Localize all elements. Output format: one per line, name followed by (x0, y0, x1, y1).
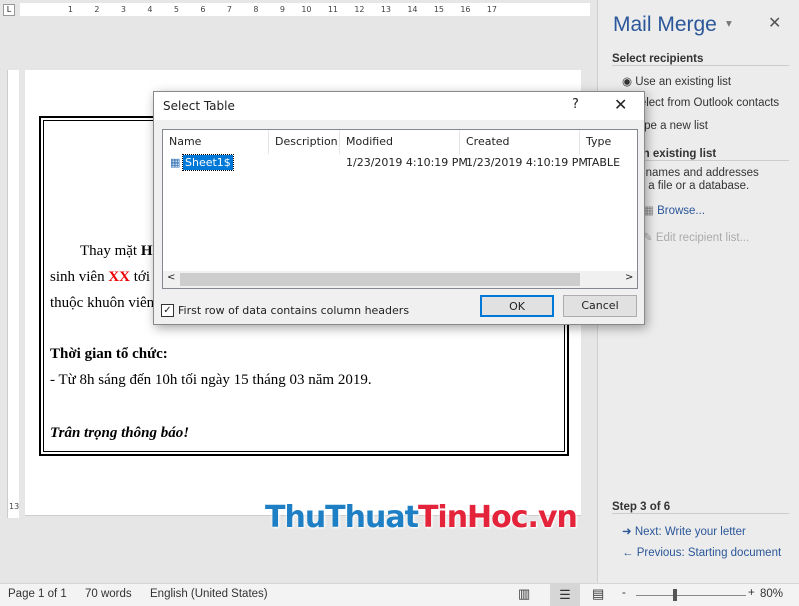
web-layout-icon[interactable]: ▤ (592, 586, 604, 602)
dialog-titlebar: Select Table ? ✕ (154, 92, 644, 120)
edit-recipient-link[interactable]: ✎ Edit recipient list... (643, 230, 749, 244)
radio-outlook[interactable]: ○ Select from Outlook contacts (622, 97, 779, 109)
pane-close-icon[interactable]: ✕ (768, 13, 781, 33)
column-header-created[interactable]: Created (460, 130, 580, 154)
ruler-tick: 16 (460, 5, 471, 14)
ruler-tick: 8 (253, 5, 259, 14)
ruler-tick: 5 (173, 5, 179, 14)
checkbox-label: First row of data contains column header… (178, 304, 410, 317)
select-recipients-heading: Select recipients (612, 53, 789, 66)
print-layout-icon[interactable]: ☰ (550, 584, 580, 606)
read-mode-icon[interactable]: ▥ (518, 586, 530, 602)
watermark-logo: ThuThuatTinHoc.vn (265, 500, 578, 535)
vertical-ruler[interactable]: 13 (7, 70, 19, 518)
previous-step-link[interactable]: ← Previous: Starting document (622, 547, 781, 559)
zoom-out-button[interactable]: - (622, 587, 626, 599)
horizontal-scrollbar[interactable]: < > (163, 271, 637, 288)
radio-existing-list[interactable]: ◉ Use an existing list (622, 74, 731, 88)
select-table-dialog: Select Table ? ✕ Name Description Modifi… (153, 91, 645, 325)
next-step-link[interactable]: ➜ Next: Write your letter (622, 524, 746, 538)
tab-selector[interactable]: L (3, 4, 15, 16)
closing: Trân trọng thông báo! (50, 425, 190, 441)
ruler-tick: 7 (226, 5, 232, 14)
ruler-tick: 9 (279, 5, 285, 14)
status-bar: Page 1 of 1 70 words English (United Sta… (0, 583, 799, 606)
ruler-tick: 15 (433, 5, 444, 14)
ruler-tick: 10 (301, 5, 312, 14)
ruler-tick: 17 (486, 5, 497, 14)
ruler-tick: 1 (67, 5, 73, 14)
scroll-right-icon[interactable]: > (625, 272, 633, 283)
doc-line-3: thuộc khuôn viên (50, 295, 155, 311)
word-count[interactable]: 70 words (85, 588, 132, 600)
scrollbar-thumb[interactable] (180, 273, 580, 286)
ruler-tick: 12 (354, 5, 365, 14)
help-button[interactable]: ? (572, 97, 579, 112)
pane-title: Mail Merge (613, 13, 717, 36)
page-count[interactable]: Page 1 of 1 (8, 588, 67, 600)
column-header-name[interactable]: Name (163, 130, 269, 154)
doc-line-1: Thay mặt H (80, 243, 153, 259)
dialog-title: Select Table (163, 99, 235, 113)
arrow-right-icon: ➜ (622, 526, 632, 538)
table-icon: ▦ (170, 156, 181, 169)
column-header-description[interactable]: Description (269, 130, 340, 154)
column-header-modified[interactable]: Modified (340, 130, 460, 154)
horizontal-ruler[interactable]: 1 2 3 4 5 6 7 8 9 10 11 12 13 14 15 16 17 (20, 3, 590, 16)
cell-type: TABLE (586, 156, 621, 169)
first-row-headers-checkbox[interactable]: ✓ First row of data contains column head… (161, 304, 409, 317)
table-list[interactable]: Name Description Modified Created Type ▦… (162, 129, 638, 289)
scroll-left-icon[interactable]: < (167, 272, 175, 283)
cancel-button[interactable]: Cancel (563, 295, 637, 317)
zoom-in-button[interactable]: + (748, 587, 755, 599)
language[interactable]: English (United States) (150, 588, 268, 600)
browse-link[interactable]: ▦ Browse... (643, 203, 705, 217)
time-heading: Thời gian tổ chức: (50, 346, 168, 362)
ruler-tick: 4 (147, 5, 153, 14)
pane-menu-chevron-icon[interactable]: ▾ (726, 16, 732, 30)
arrow-left-icon: ← (622, 547, 634, 559)
zoom-slider-thumb[interactable] (673, 589, 677, 601)
radio-selected-icon: ◉ (622, 76, 633, 88)
cell-name: Sheet1$ (182, 154, 234, 171)
ruler-tick: 13 (9, 502, 20, 511)
ruler-tick: 11 (327, 5, 338, 14)
step-indicator: Step 3 of 6 (612, 501, 789, 514)
dialog-close-button[interactable]: ✕ (614, 95, 627, 114)
ruler-tick: 2 (94, 5, 100, 14)
checkbox-checked-icon: ✓ (161, 304, 174, 317)
ruler-tick: 14 (407, 5, 418, 14)
ruler-tick: 6 (200, 5, 206, 14)
zoom-level[interactable]: 80% (760, 588, 783, 600)
doc-line-2: sinh viên XX tới (50, 269, 151, 285)
ruler-tick: 3 (120, 5, 126, 14)
zoom-slider[interactable] (636, 595, 746, 596)
ruler-tick: 13 (380, 5, 391, 14)
ok-button[interactable]: OK (480, 295, 554, 317)
cell-created: 1/23/2019 4:10:19 PM (466, 156, 588, 169)
time-detail: - Từ 8h sáng đến 10h tối ngày 15 tháng 0… (50, 372, 372, 388)
column-header-type[interactable]: Type (580, 130, 638, 154)
cell-modified: 1/23/2019 4:10:19 PM (346, 156, 468, 169)
